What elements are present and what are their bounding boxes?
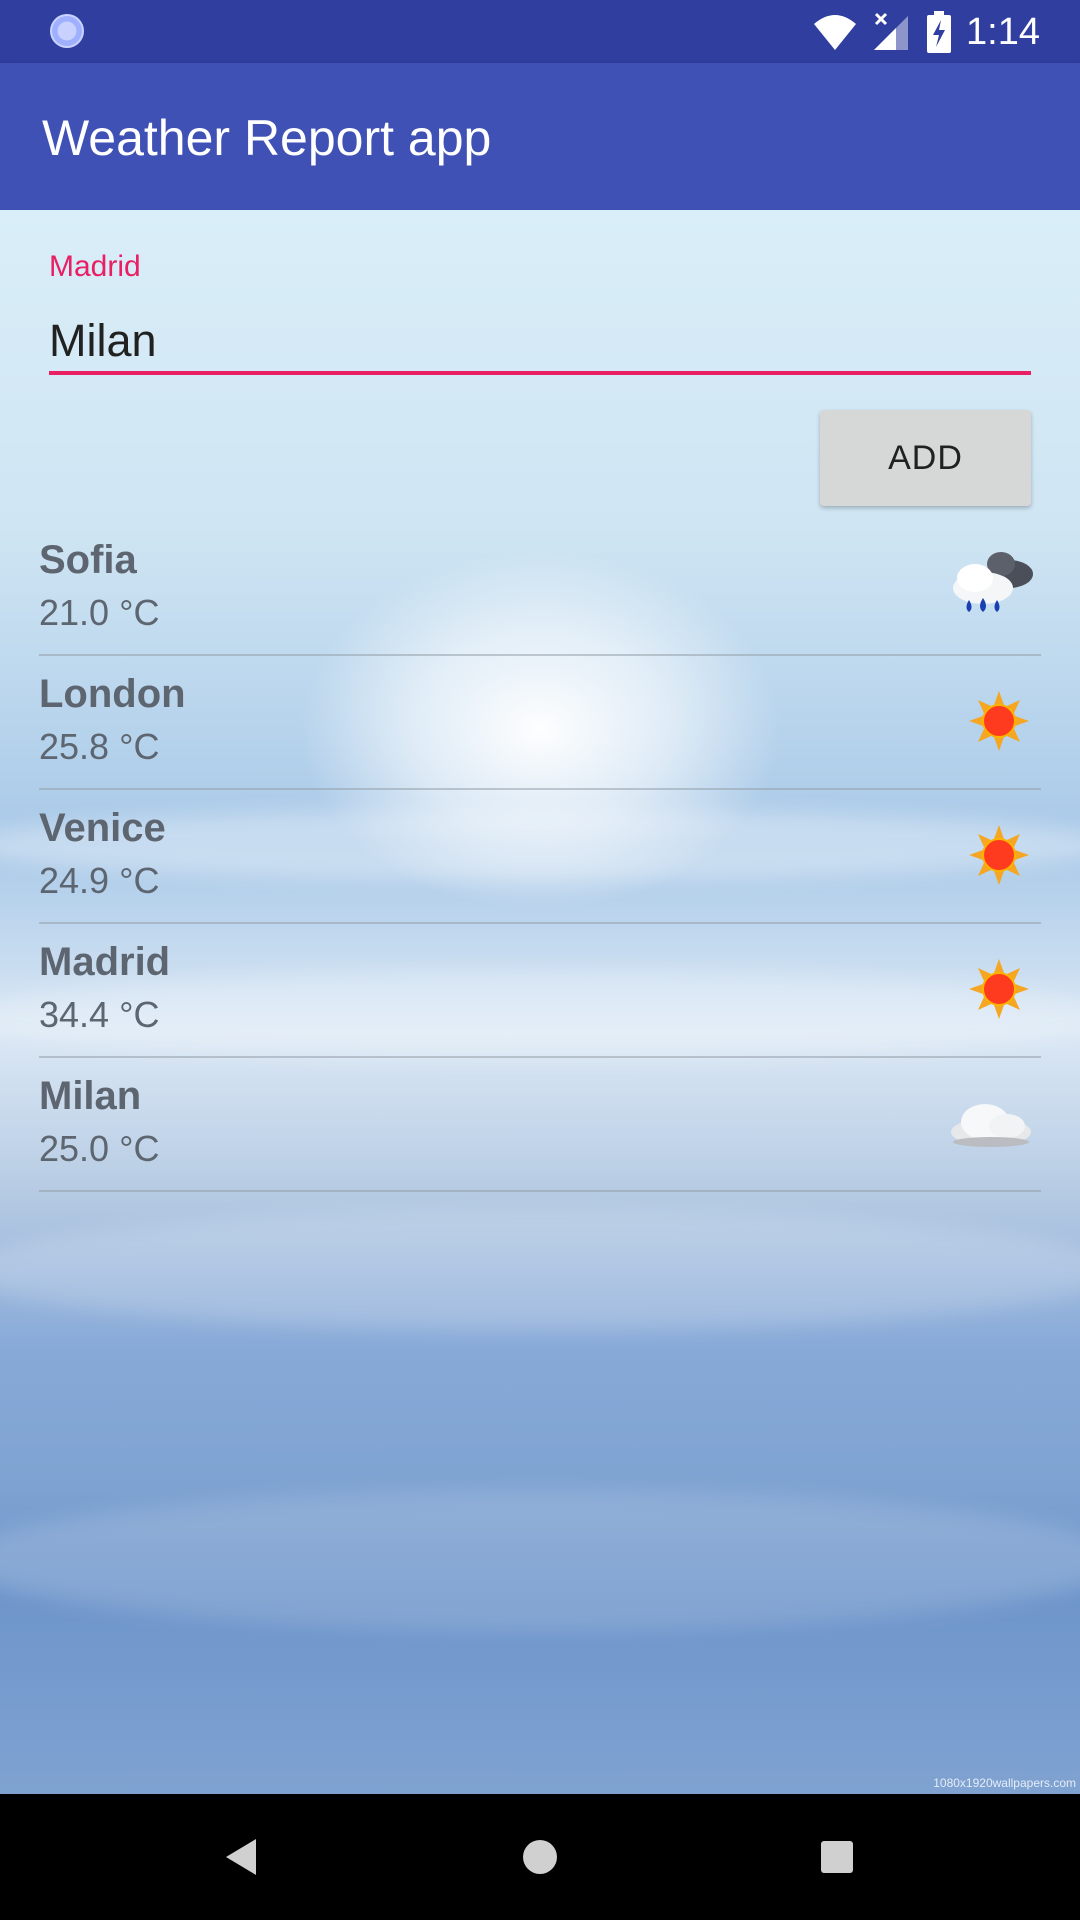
list-item[interactable]: London 25.8 °C xyxy=(39,656,1041,790)
signal-icon xyxy=(874,12,909,50)
list-item[interactable]: Milan 25.0 °C xyxy=(39,1058,1041,1192)
input-underline xyxy=(49,371,1031,375)
home-icon xyxy=(523,1840,557,1874)
city-name: Venice xyxy=(39,806,166,850)
add-button[interactable]: ADD xyxy=(820,410,1031,506)
status-icons: 1:14 xyxy=(812,8,1040,56)
cloud-icon xyxy=(951,1104,1031,1147)
city-temperature: 24.9 °C xyxy=(39,860,160,901)
status-bar: 1:14 xyxy=(0,0,1080,63)
list-item[interactable]: Madrid 34.4 °C xyxy=(39,924,1041,1058)
city-input[interactable] xyxy=(49,310,1031,372)
sun-icon xyxy=(969,691,1029,751)
city-name: Milan xyxy=(39,1074,142,1118)
recents-icon xyxy=(821,1841,853,1873)
navigation-bar xyxy=(0,1794,1080,1920)
city-name: London xyxy=(39,672,186,716)
list-item[interactable]: Sofia 21.0 °C xyxy=(39,522,1041,656)
wifi-icon xyxy=(814,15,857,50)
cloud-background-3 xyxy=(0,1210,1080,1330)
sun-icon xyxy=(969,959,1029,1019)
city-temperature: 34.4 °C xyxy=(39,994,160,1035)
cloud-background-4 xyxy=(0,1490,1080,1630)
sync-icon xyxy=(50,14,84,48)
back-icon xyxy=(226,1839,256,1875)
back-button[interactable] xyxy=(182,1794,302,1920)
watermark: 1080x1920wallpapers.com xyxy=(933,1776,1076,1790)
city-temperature: 25.0 °C xyxy=(39,1128,160,1169)
city-temperature: 21.0 °C xyxy=(39,592,160,633)
city-input-label: Madrid xyxy=(49,250,141,283)
app-title: Weather Report app xyxy=(42,110,492,166)
status-time: 1:14 xyxy=(966,11,1040,53)
battery-charging-icon xyxy=(927,11,952,53)
recents-button[interactable] xyxy=(777,1794,897,1920)
sun-icon xyxy=(969,825,1029,885)
city-name: Sofia xyxy=(39,538,137,582)
city-name: Madrid xyxy=(39,940,171,984)
city-list: Sofia 21.0 °C London 25.8 °C Venice 24.9… xyxy=(39,522,1041,1192)
home-button[interactable] xyxy=(480,1794,600,1920)
rain-cloud-icon xyxy=(953,552,1033,612)
list-item[interactable]: Venice 24.9 °C xyxy=(39,790,1041,924)
app-bar: Weather Report app xyxy=(0,63,1080,210)
city-temperature: 25.8 °C xyxy=(39,726,160,767)
content-area: Madrid ADD Sofia 21.0 °C London 25.8 °C xyxy=(0,210,1080,1794)
